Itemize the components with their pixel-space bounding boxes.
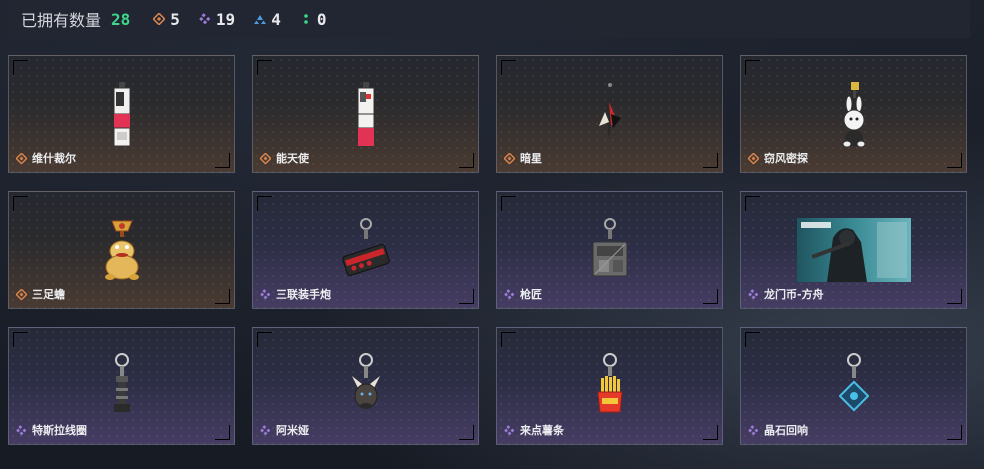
green-rarity-count: 0 (299, 9, 327, 29)
purple-diamond-icon (259, 424, 271, 436)
vape-pendant-icon (110, 82, 134, 152)
orange-diamond-icon (15, 288, 27, 300)
purple-count-value: 19 (215, 9, 236, 29)
blue-rarity-count: 4 (253, 10, 281, 29)
owned-count-label: 已拥有数量 (21, 11, 102, 30)
item-label: 晶石回响 (747, 422, 808, 438)
item-card-longmen-coin-ark[interactable]: 龙门币-方舟 (740, 191, 967, 309)
gunsmith-tag-icon (585, 216, 635, 286)
item-card-fries[interactable]: 来点薯条 (496, 327, 723, 445)
item-label: 三联装手炮 (259, 286, 331, 302)
item-name: 暗星 (520, 152, 542, 165)
item-name: 来点薯条 (520, 424, 564, 437)
item-label: 三足蟾 (15, 286, 65, 302)
crystal-keychain-icon (837, 352, 870, 422)
rabbit-figure-icon (837, 82, 871, 152)
inventory-summary-bar: 已拥有数量 28 5 19 4 0 (8, 0, 970, 38)
item-card-wind-spy[interactable]: 窃风密探 (740, 55, 967, 173)
purple-diamond-icon (503, 424, 515, 436)
item-card-crystal-echo[interactable]: 晶石回响 (740, 327, 967, 445)
item-card-tesla-coil[interactable]: 特斯拉线圈 (8, 327, 235, 445)
purple-rarity-count: 19 (198, 10, 235, 29)
tesla-coil-keychain-icon (107, 352, 137, 422)
item-card-exusiai[interactable]: 能天使 (252, 55, 479, 173)
purple-diamond-icon (259, 288, 271, 300)
toad-figure-icon (102, 217, 142, 287)
item-name: 枪匠 (520, 288, 542, 301)
item-label: 维什裁尔 (15, 150, 76, 166)
item-name: 窃风密探 (764, 152, 808, 165)
item-name: 特斯拉线圈 (32, 424, 87, 437)
item-card-vishadel[interactable]: 维什裁尔 (8, 55, 235, 173)
item-name: 晶石回响 (764, 424, 808, 437)
fries-keychain-icon (592, 352, 628, 422)
item-label: 窃风密探 (747, 150, 808, 166)
item-card-three-legged-toad[interactable]: 三足蟾 (8, 191, 235, 309)
item-name: 维什裁尔 (32, 152, 76, 165)
purple-diamond-icon (747, 424, 759, 436)
purple-diamond-icon (503, 288, 515, 300)
orange-diamond-icon (259, 152, 271, 164)
orange-diamond-icon (747, 152, 759, 164)
purple-diamond-icon (747, 288, 759, 300)
item-name: 三联装手炮 (276, 288, 331, 301)
item-name: 能天使 (276, 152, 309, 165)
item-card-amiya[interactable]: 阿米娅 (252, 327, 479, 445)
green-dots-icon (299, 12, 313, 26)
orange-count-value: 5 (170, 9, 180, 29)
item-label: 阿米娅 (259, 422, 309, 438)
item-name: 三足蟾 (32, 288, 65, 301)
item-card-triple-hand-cannon[interactable]: 三联装手炮 (252, 191, 479, 309)
item-label: 能天使 (259, 150, 309, 166)
hand-cannon-icon (336, 216, 396, 286)
item-grid: 维什裁尔 能天使 暗星 窃风密探 三足蟾 三联装手炮 枪匠 龙门币-方舟 特斯拉… (8, 55, 972, 455)
item-card-gunsmith[interactable]: 枪匠 (496, 191, 723, 309)
item-label: 来点薯条 (503, 422, 564, 438)
item-label: 特斯拉线圈 (15, 422, 87, 438)
green-count-value: 0 (316, 9, 327, 29)
vape-pendant-icon (354, 82, 378, 152)
purple-diamond-icon (198, 12, 212, 26)
item-card-dark-star[interactable]: 暗星 (496, 55, 723, 173)
dagger-pendant-icon (595, 82, 625, 152)
orange-diamond-icon (15, 152, 27, 164)
item-label: 龙门币-方舟 (747, 286, 824, 302)
orange-diamond-icon (152, 12, 166, 26)
orange-diamond-icon (503, 152, 515, 164)
item-name: 龙门币-方舟 (764, 288, 824, 301)
amiya-keychain-icon (348, 352, 384, 422)
item-label: 暗星 (503, 150, 542, 166)
blue-triangle-icon (253, 12, 267, 26)
blue-count-value: 4 (271, 9, 281, 29)
purple-diamond-icon (15, 424, 27, 436)
orange-rarity-count: 5 (152, 10, 180, 29)
item-label: 枪匠 (503, 286, 542, 302)
item-name: 阿米娅 (276, 424, 309, 437)
arknights-coin-icon (796, 218, 911, 286)
owned-count-total: 28 (111, 9, 131, 29)
